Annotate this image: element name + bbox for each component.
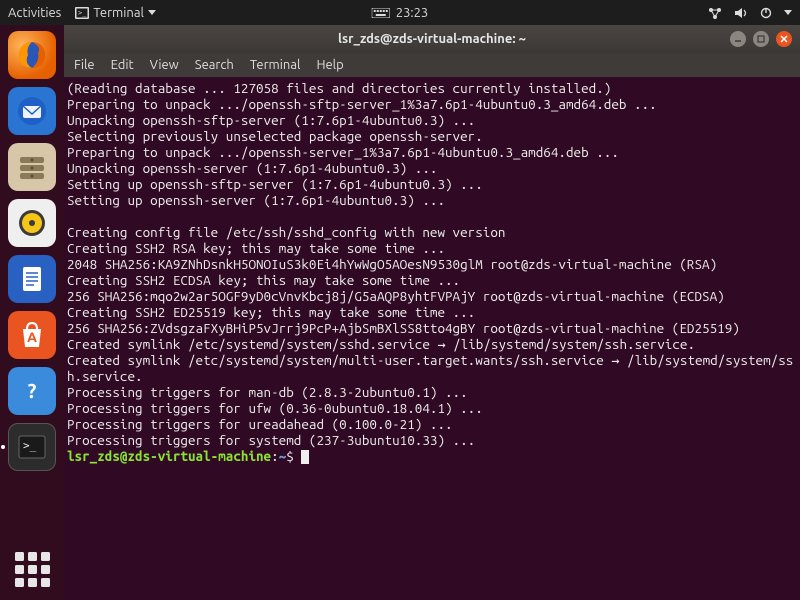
window-titlebar[interactable]: lsr_zds@zds-virtual-machine: ~ (64, 25, 800, 53)
cursor (301, 450, 309, 464)
menu-edit[interactable]: Edit (111, 58, 134, 72)
minimize-icon (734, 35, 742, 43)
svg-text:?: ? (28, 379, 37, 402)
app-menu-label: Terminal (93, 6, 144, 20)
menu-view[interactable]: View (150, 58, 179, 72)
app-menu[interactable]: >_ Terminal (75, 6, 156, 20)
activities-button[interactable]: Activities (8, 6, 61, 20)
chevron-down-icon (148, 10, 156, 15)
window-minimize-button[interactable] (730, 31, 746, 47)
document-icon (14, 261, 50, 297)
maximize-icon (757, 35, 765, 43)
keyboard-icon (372, 8, 390, 18)
terminal-menubar: File Edit View Search Terminal Help (64, 53, 800, 77)
launcher-help[interactable]: ? (8, 367, 56, 415)
terminal-window: lsr_zds@zds-virtual-machine: ~ File Edit… (64, 25, 800, 600)
launcher-terminal[interactable]: >_ (8, 423, 56, 471)
shopping-bag-icon: A (14, 317, 50, 353)
menu-search[interactable]: Search (195, 58, 234, 72)
svg-text:A: A (27, 329, 37, 345)
clock[interactable]: 23:23 (372, 6, 429, 20)
thunderbird-icon (14, 93, 50, 129)
system-status-area[interactable] (708, 7, 792, 19)
launcher-writer[interactable] (8, 255, 56, 303)
top-panel: Activities >_ Terminal 23:23 (0, 0, 800, 25)
terminal-icon: >_ (14, 429, 50, 465)
file-manager-icon (14, 149, 50, 185)
help-icon: ? (14, 373, 50, 409)
launcher: A ? >_ (0, 25, 64, 600)
svg-text:>_: >_ (23, 439, 37, 452)
launcher-rhythmbox[interactable] (8, 199, 56, 247)
window-close-button[interactable] (776, 31, 792, 47)
launcher-software[interactable]: A (8, 311, 56, 359)
close-icon (780, 35, 788, 43)
terminal-icon: >_ (75, 7, 89, 19)
window-maximize-button[interactable] (753, 31, 769, 47)
svg-text:>_: >_ (78, 9, 87, 17)
menu-terminal[interactable]: Terminal (250, 58, 301, 72)
launcher-files[interactable] (8, 143, 56, 191)
launcher-thunderbird[interactable] (8, 87, 56, 135)
music-icon (14, 205, 50, 241)
speaker-icon (734, 7, 748, 19)
power-icon (760, 7, 772, 19)
chevron-down-icon (784, 10, 792, 15)
show-applications-button[interactable] (11, 548, 53, 590)
network-icon (708, 7, 722, 19)
menu-file[interactable]: File (74, 58, 95, 72)
prompt-user-host: lsr_zds@zds-virtual-machine (67, 448, 271, 464)
launcher-firefox[interactable] (8, 31, 56, 79)
firefox-icon (14, 37, 50, 73)
terminal-output[interactable]: (Reading database ... 127058 files and d… (64, 77, 800, 600)
menu-help[interactable]: Help (316, 58, 343, 72)
window-title: lsr_zds@zds-virtual-machine: ~ (338, 32, 526, 46)
clock-time: 23:23 (396, 6, 429, 20)
